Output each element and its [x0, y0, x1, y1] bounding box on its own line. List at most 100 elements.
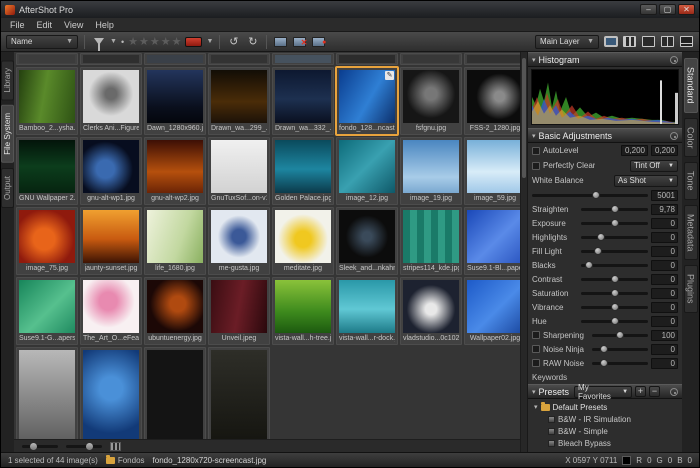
preview-monitor-icon[interactable] [603, 35, 618, 48]
thumbnail-cell[interactable]: me-gusta.jpg [208, 207, 270, 275]
color-label-chip[interactable] [185, 37, 202, 47]
contrast-slider[interactable] [581, 278, 648, 281]
filmstrip-view-icon[interactable] [679, 35, 694, 48]
thumbnail-cell[interactable] [16, 347, 78, 439]
tab-standard[interactable]: Standard [684, 58, 698, 113]
value-box[interactable]: 0 [651, 260, 678, 271]
zoom-slider[interactable] [66, 445, 102, 448]
autolevel-low-value[interactable]: 0,200 [621, 145, 648, 156]
tab-output[interactable]: Output [1, 168, 14, 208]
thumbnail-cell[interactable] [464, 53, 520, 65]
slider-knob[interactable] [600, 359, 608, 367]
histogram-header[interactable]: ▾ Histogram [528, 52, 682, 67]
preset-item[interactable]: B&W - IR Simulation [528, 413, 682, 425]
thumbnail-cell[interactable]: Golden Palace.jpg [272, 137, 334, 205]
thumbnail-cell[interactable]: The_Art_O...eFear.jpg [80, 277, 142, 345]
slider-knob[interactable] [611, 275, 619, 283]
maximize-button[interactable]: ▢ [659, 4, 676, 15]
thumbnail-cell[interactable]: gnu-alt-wp2.jpg [144, 137, 206, 205]
sharpening-checkbox[interactable] [532, 331, 540, 339]
thumbnail-cell[interactable]: Unveil.jpeg [208, 277, 270, 345]
value-box[interactable]: 9,78 [651, 204, 678, 215]
thumbnail-cell[interactable]: Wallpaper02.jpg [464, 277, 520, 345]
rotate-left-icon[interactable]: ↺ [226, 35, 241, 48]
slider-knob[interactable] [611, 303, 619, 311]
thumbnail-cell[interactable]: image_19.jpg [400, 137, 462, 205]
tint-dropdown[interactable]: Tint Off ▼ [630, 160, 678, 172]
thumbnail-cell[interactable]: stripes114_kde.jpg [400, 207, 462, 275]
value-box[interactable]: 0 [651, 288, 678, 299]
thumbnail-cell[interactable]: gnu-alt-wp1.jpg [80, 137, 142, 205]
exposure-slider[interactable] [581, 222, 648, 225]
slider-knob[interactable] [611, 317, 619, 325]
rotate-right-icon[interactable]: ↻ [245, 35, 260, 48]
grid-scrollbar[interactable] [520, 52, 527, 452]
thumbnail-cell[interactable]: Suse9.1-G...apers.jpg [16, 277, 78, 345]
add-preset-button[interactable]: + [635, 386, 646, 397]
thumbnail-cell[interactable] [272, 53, 334, 65]
slider-knob[interactable] [597, 233, 605, 241]
thumbnail-cell[interactable]: meditate.jpg [272, 207, 334, 275]
thumbnail-cell[interactable]: life_1680.jpg [144, 207, 206, 275]
thumbnail-cell[interactable]: Drawn_wa...299_.jpg [208, 67, 270, 135]
image-reject-icon[interactable] [292, 35, 307, 48]
thumbnail-cell[interactable]: image_12.jpg [336, 137, 398, 205]
highlights-slider[interactable] [581, 236, 648, 239]
star-icon[interactable]: ★ [139, 36, 149, 48]
thumbnail-cell[interactable]: Bamboo_2...ysha.jpg [16, 67, 78, 135]
temp-slider[interactable] [532, 194, 648, 197]
thumbnail-size-slider[interactable] [22, 445, 58, 448]
value-box[interactable]: 0 [651, 218, 678, 229]
autolevel-high-value[interactable]: 0,200 [651, 145, 678, 156]
value-box[interactable]: 0 [651, 232, 678, 243]
value-box[interactable]: 0 [651, 316, 678, 327]
grid-view-button[interactable] [110, 442, 121, 451]
thumbnail-cell[interactable] [208, 53, 270, 65]
remove-preset-button[interactable]: − [649, 386, 660, 397]
autolevel-checkbox[interactable] [532, 147, 540, 155]
blacks-slider[interactable] [581, 264, 648, 267]
current-folder[interactable]: Fondos [106, 456, 145, 465]
thumbnail-cell[interactable]: FSS-2_1280.jpg [464, 67, 520, 135]
filter-icon[interactable] [91, 35, 106, 48]
basic-adjustments-header[interactable]: ▾ Basic Adjustments [528, 128, 682, 143]
thumbnail-cell[interactable] [336, 53, 398, 65]
thumbnail-cell[interactable]: vista-wall...h-tree.jpg [272, 277, 334, 345]
image-flag-icon[interactable] [311, 35, 326, 48]
thumbnail-cell[interactable] [16, 53, 78, 65]
straighten-slider[interactable] [581, 208, 648, 211]
tab-library[interactable]: Library [1, 60, 14, 100]
thumbnail-cell[interactable]: jaunty-sunset.jpg [80, 207, 142, 275]
thumbnail-cell[interactable]: Suse9.1-Bl...papers.jpg [464, 207, 520, 275]
thumbnail-cell[interactable] [144, 347, 206, 439]
slider-knob[interactable] [600, 345, 608, 353]
slider-knob[interactable] [611, 219, 619, 227]
grid-scrollbar-thumb[interactable] [522, 58, 526, 178]
thumbnail-cell[interactable]: fondo_128...ncast.jpg✎ [336, 67, 398, 135]
sharpening-slider[interactable] [592, 334, 648, 337]
thumbnail-cell[interactable]: GnuTuxSof...on-v1.jpg [208, 137, 270, 205]
sort-dropdown[interactable]: Name ▼ [6, 35, 78, 49]
saturation-slider[interactable] [581, 292, 648, 295]
slider-knob[interactable] [592, 191, 600, 199]
slider-knob[interactable] [585, 261, 593, 269]
star-icon[interactable]: ★ [150, 36, 160, 48]
white-balance-dropdown[interactable]: As Shot ▼ [614, 175, 678, 187]
value-box[interactable]: 0 [651, 358, 678, 369]
thumbnail-cell[interactable]: fsfgnu.jpg [400, 67, 462, 135]
slider-knob[interactable] [611, 205, 619, 213]
hue-slider[interactable] [581, 320, 648, 323]
thumbnail-cell[interactable]: ubuntuenergy.jpg [144, 277, 206, 345]
layer-dropdown[interactable]: Main Layer ▼ [535, 35, 599, 49]
thumbnail-cell[interactable] [400, 53, 462, 65]
tab-file-system[interactable]: File System [1, 105, 14, 163]
value-box[interactable]: 5001 [651, 190, 678, 201]
tab-metadata[interactable]: Metadata [684, 205, 698, 261]
perfectly-clear-checkbox[interactable] [532, 162, 540, 170]
star-icon[interactable]: ★ [172, 36, 182, 48]
fill-light-slider[interactable] [581, 250, 648, 253]
pin-icon[interactable] [670, 388, 678, 396]
thumbnail-cell[interactable]: vladstudio...0c1024.jpg [400, 277, 462, 345]
value-box[interactable]: 0 [651, 246, 678, 257]
noise-ninja-checkbox[interactable] [532, 345, 540, 353]
